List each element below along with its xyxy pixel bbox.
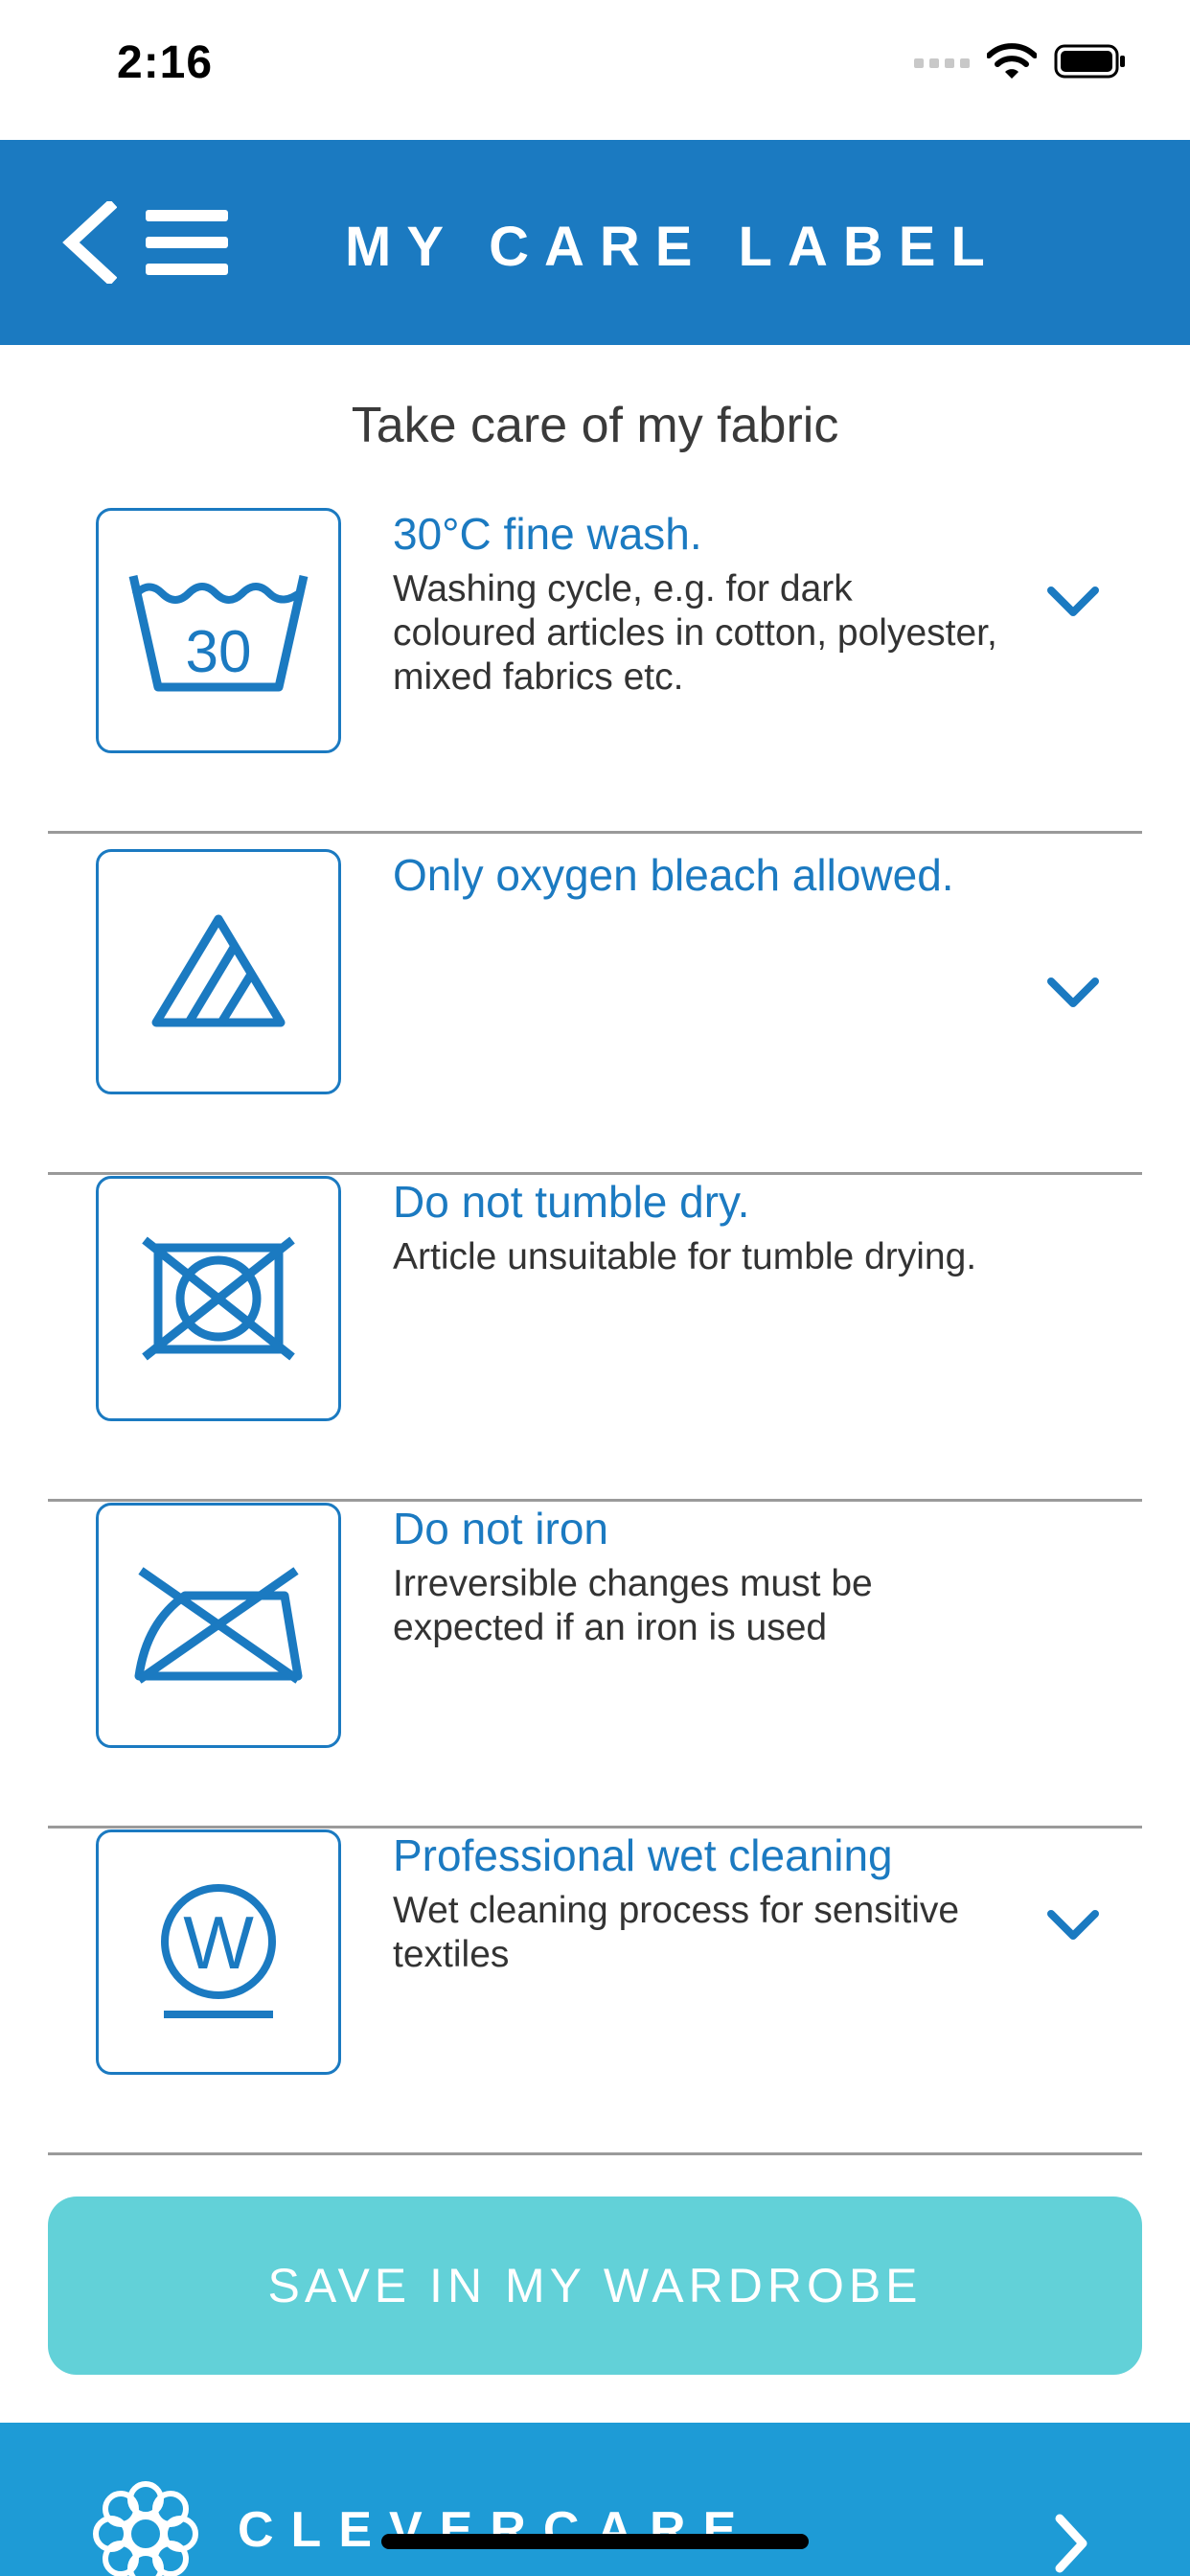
care-item-description: Article unsuitable for tumble drying.	[393, 1236, 977, 1277]
status-bar: 2:16	[0, 0, 1190, 140]
page-title: MY CARE LABEL	[345, 216, 1000, 278]
care-symbol-frame: W	[96, 1829, 341, 2075]
save-in-wardrobe-button[interactable]: SAVE IN MY WARDROBE	[48, 2196, 1142, 2375]
care-item-title: Only oxygen bleach allowed.	[393, 850, 954, 900]
care-item-tumble-dry[interactable]: Do not tumble dry. Article unsuitable fo…	[48, 1176, 1142, 1502]
care-symbol-frame: 30	[96, 508, 341, 753]
back-button[interactable]	[54, 140, 123, 345]
wash-30-icon: 30	[128, 575, 309, 692]
care-symbol-frame	[96, 1176, 341, 1421]
expand-button[interactable]	[1042, 1902, 1104, 1948]
battery-icon	[1054, 44, 1125, 79]
section-title: Take care of my fabric	[351, 398, 839, 453]
chevron-down-icon	[1047, 586, 1099, 616]
care-item-description: Washing cycle, e.g. for dark coloured ar…	[393, 568, 997, 698]
care-item-title: 30°C fine wash.	[393, 509, 702, 559]
chevron-right-icon	[1055, 2514, 1087, 2573]
chevron-left-icon	[62, 201, 117, 284]
care-item-wash[interactable]: 30 30°C fine wash. Washing cycle, e.g. f…	[48, 508, 1142, 834]
care-symbol-frame	[96, 1503, 341, 1748]
expand-button[interactable]	[1042, 579, 1104, 625]
wet-cleaning-icon: W	[161, 1884, 276, 2018]
flower-icon	[93, 2481, 198, 2576]
care-item-title: Professional wet cleaning	[393, 1830, 893, 1880]
care-symbol-frame	[96, 849, 341, 1094]
status-time: 2:16	[117, 37, 214, 88]
clevercare-banner[interactable]: CLEVERCARE	[0, 2423, 1190, 2576]
nav-bar: MY CARE LABEL	[0, 140, 1190, 345]
care-item-iron[interactable]: Do not iron Irreversible changes must be…	[48, 1503, 1142, 1828]
care-item-description: Wet cleaning process for sensitive texti…	[393, 1890, 960, 1975]
expand-button[interactable]	[1042, 970, 1104, 1016]
oxygen-bleach-icon	[151, 914, 286, 1027]
hamburger-menu-icon	[146, 210, 228, 275]
clevercare-label: CLEVERCARE	[238, 2502, 754, 2558]
care-item-title: Do not iron	[393, 1504, 609, 1553]
status-icons	[914, 42, 1127, 80]
wifi-icon	[987, 43, 1037, 79]
chevron-down-icon	[1047, 978, 1099, 1007]
cellular-signal-icon	[914, 58, 970, 68]
no-iron-icon	[134, 1567, 303, 1684]
care-item-wet-cleaning[interactable]: W Professional wet cleaning Wet cleaning…	[48, 1829, 1142, 2155]
no-tumble-dry-icon	[142, 1236, 295, 1361]
wet-cleaning-letter: W	[183, 1900, 254, 1985]
wash-temperature-text: 30	[186, 619, 252, 685]
care-item-bleach[interactable]: Only oxygen bleach allowed.	[48, 849, 1142, 1175]
care-item-title: Do not tumble dry.	[393, 1177, 750, 1227]
chevron-down-icon	[1047, 1910, 1099, 1940]
menu-button[interactable]	[144, 140, 230, 345]
home-indicator[interactable]	[381, 2534, 809, 2549]
care-item-description: Irreversible changes must be expected if…	[393, 1563, 873, 1648]
